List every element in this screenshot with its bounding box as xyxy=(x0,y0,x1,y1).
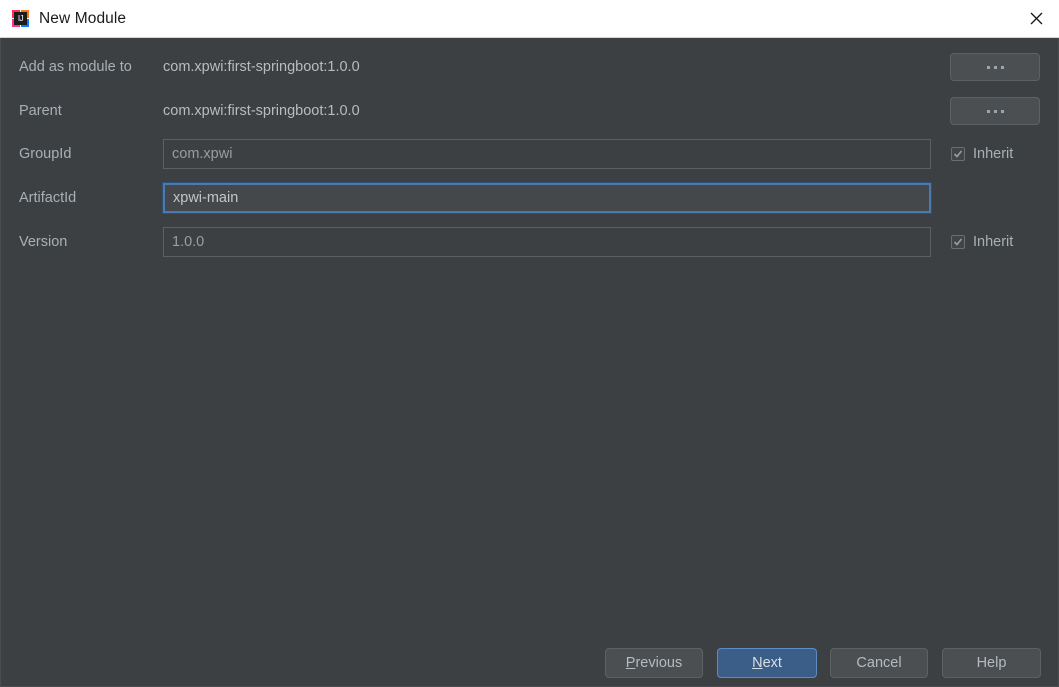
dialog-body: Add as module to com.xpwi:first-springbo… xyxy=(0,38,1059,687)
help-button-label: Help xyxy=(976,655,1007,671)
label-artifactid: ArtifactId xyxy=(19,190,77,206)
title-bar: IJ New Module xyxy=(0,0,1059,38)
value-add-as-module-to: com.xpwi:first-springboot:1.0.0 xyxy=(163,59,360,75)
help-button[interactable]: Help xyxy=(942,648,1041,678)
next-button-mnemonic: N xyxy=(752,655,763,671)
version-inherit-checkbox[interactable]: Inherit xyxy=(951,227,1013,257)
intellij-idea-icon: IJ xyxy=(12,10,29,27)
checkbox-icon xyxy=(951,235,965,249)
app-icon-letters: IJ xyxy=(14,12,27,25)
groupid-inherit-label: Inherit xyxy=(973,146,1014,162)
window-title: New Module xyxy=(39,9,127,27)
row-groupid: GroupId Inherit xyxy=(1,139,1058,169)
close-icon[interactable] xyxy=(1013,0,1059,37)
value-parent: com.xpwi:first-springboot:1.0.0 xyxy=(163,103,360,119)
version-input[interactable] xyxy=(163,227,931,257)
label-groupid: GroupId xyxy=(19,146,72,162)
row-parent: Parent com.xpwi:first-springboot:1.0.0 xyxy=(1,96,1058,126)
cancel-button[interactable]: Cancel xyxy=(830,648,928,678)
previous-button[interactable]: Previous xyxy=(605,648,703,678)
next-button[interactable]: Next xyxy=(717,648,817,678)
new-module-dialog: IJ New Module Add as module to com.xpwi:… xyxy=(0,0,1059,687)
previous-button-mnemonic: P xyxy=(625,655,636,671)
checkbox-icon xyxy=(951,147,965,161)
row-version: Version Inherit xyxy=(1,227,1058,257)
label-version: Version xyxy=(19,234,68,250)
row-artifactid: ArtifactId xyxy=(1,183,1058,213)
groupid-input[interactable] xyxy=(163,139,931,169)
artifactid-input[interactable] xyxy=(163,183,931,213)
cancel-button-label: Cancel xyxy=(856,655,902,671)
footer-button-bar: Previous Next Cancel Help xyxy=(1,643,1059,687)
groupid-inherit-checkbox[interactable]: Inherit xyxy=(951,139,1013,169)
previous-button-label: revious xyxy=(635,655,683,671)
label-add-as-module-to: Add as module to xyxy=(19,59,132,75)
version-inherit-label: Inherit xyxy=(973,234,1014,250)
next-button-label: ext xyxy=(762,655,782,671)
row-add-as-module-to: Add as module to com.xpwi:first-springbo… xyxy=(1,52,1058,82)
label-parent: Parent xyxy=(19,103,62,119)
browse-add-as-module-to-button[interactable] xyxy=(950,53,1040,81)
browse-parent-button[interactable] xyxy=(950,97,1040,125)
